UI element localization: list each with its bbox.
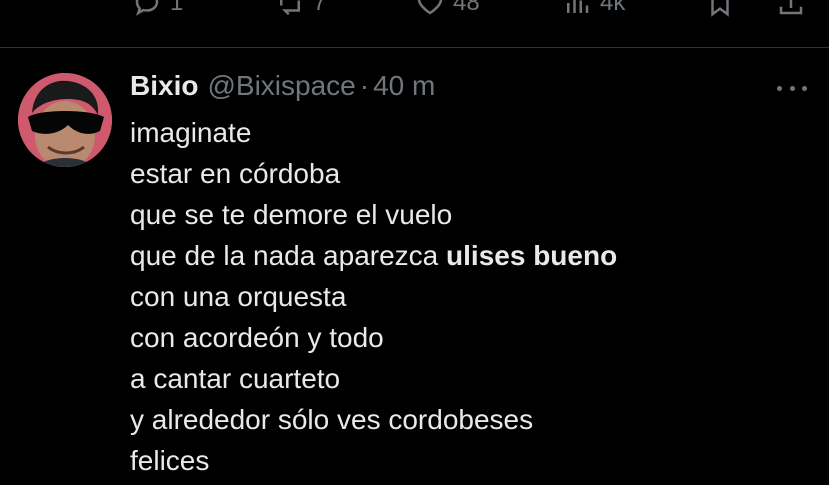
reply-count: 1 [170, 0, 184, 16]
views-count: 4k [600, 0, 626, 16]
repost-icon [280, 0, 300, 16]
share-icon [779, 0, 803, 15]
tweet-line: con acordeón y todo [130, 322, 384, 353]
avatar[interactable] [18, 73, 112, 167]
repost-count: 7 [313, 0, 327, 16]
more-options-button[interactable] [777, 76, 807, 100]
reply-button[interactable]: 1 [132, 0, 183, 20]
tweet-header: Bixio @Bixispace · 40 m [130, 70, 435, 106]
more-icon-dot [802, 85, 807, 91]
tweet-text: imaginate estar en córdoba que se te dem… [130, 112, 810, 481]
previous-tweet-action-bar: 1 7 48 4k [0, 0, 829, 24]
separator-dot: · [359, 70, 370, 101]
tweet-line: y alrededor sólo ves cordobeses [130, 404, 534, 435]
tweet-line: a cantar cuarteto [130, 363, 341, 394]
heart-icon [417, 0, 443, 15]
tweet-line: felices [130, 445, 210, 476]
tweet-line: que se te demore el vuelo [130, 199, 453, 230]
tweet-line: imaginate [130, 117, 252, 148]
reply-icon [135, 0, 159, 16]
repost-button[interactable]: 7 [275, 0, 326, 20]
more-icon-dot [789, 85, 795, 91]
views-button[interactable]: 4k [562, 0, 625, 20]
bold-text: ulises bueno [446, 240, 618, 271]
tweet-line-text: que de la nada aparezca [130, 240, 447, 271]
user-handle[interactable]: @Bixispace [207, 70, 355, 102]
tweet[interactable]: Bixio @Bixispace · 40 m imaginate estar … [0, 48, 829, 485]
views-icon [567, 0, 589, 13]
more-icon [777, 85, 782, 91]
like-button[interactable]: 48 [415, 0, 480, 20]
avatar-image [18, 73, 112, 167]
share-button[interactable] [776, 0, 806, 20]
bookmark-button[interactable] [705, 0, 735, 20]
tweet-line-with-bold: que de la nada aparezca ulises bueno [130, 235, 810, 276]
tweet-line: estar en córdoba [130, 158, 341, 189]
like-count: 48 [453, 0, 480, 16]
display-name[interactable]: Bixio [130, 70, 198, 102]
tweet-line: con una orquesta [130, 281, 347, 312]
bookmark-icon [711, 0, 729, 17]
timestamp[interactable]: 40 m [373, 70, 435, 102]
